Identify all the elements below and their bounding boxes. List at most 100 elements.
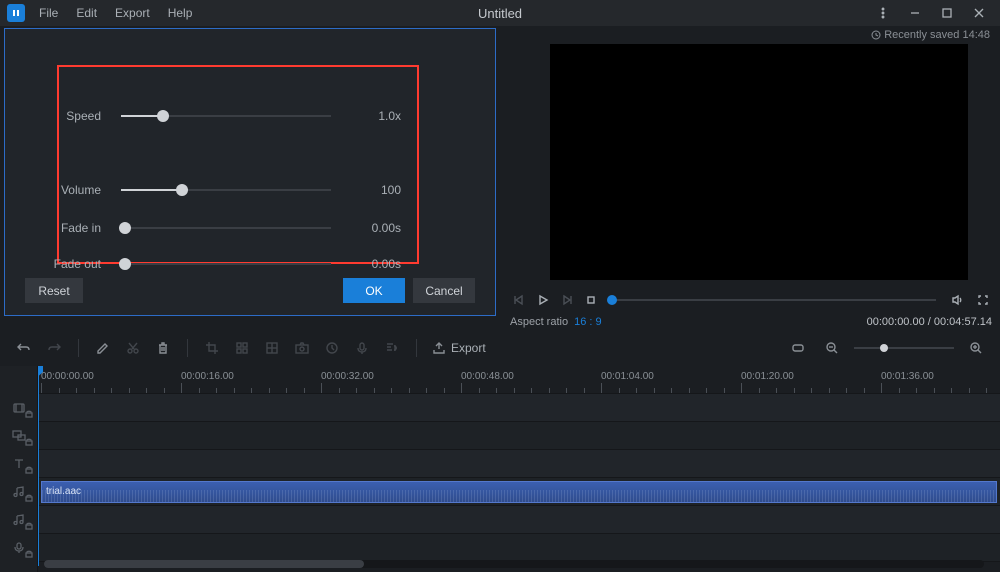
playback-scrubber[interactable] [612,299,936,301]
stop-icon[interactable] [582,291,600,309]
video-track-head[interactable] [0,394,37,422]
dialog-content: Speed 1.0x Volume 100 Fade [5,29,495,315]
zoom-out-icon[interactable] [820,336,844,360]
fade-in-slider[interactable] [121,227,331,229]
volume-icon[interactable] [948,291,966,309]
freeze-icon[interactable] [260,336,284,360]
fade-out-row: Fade out 0.00s [31,250,469,278]
track-lane-voiceover[interactable] [38,534,1000,562]
snapshot-icon[interactable] [290,336,314,360]
ruler-label: 00:01:20.00 [741,371,794,382]
play-icon[interactable] [534,291,552,309]
fade-out-slider[interactable] [121,263,331,265]
timeline: 00:00:00.0000:00:16.0000:00:32.0000:00:4… [0,366,1000,572]
minimize-icon[interactable] [904,2,926,24]
dialog-buttons: Reset OK Cancel [25,278,475,303]
speed-slider[interactable] [121,115,331,117]
menu-file[interactable]: File [31,3,66,23]
cancel-button[interactable]: Cancel [413,278,475,303]
left-pane: Speed 1.0x Volume 100 Fade [0,26,502,330]
more-icon[interactable] [872,2,894,24]
track-lane-pip[interactable] [38,422,1000,450]
edit-icon[interactable] [91,336,115,360]
prev-frame-icon[interactable] [510,291,528,309]
zoom-in-icon[interactable] [964,336,988,360]
volume-row: Volume 100 [31,176,469,204]
fade-out-value: 0.00s [351,257,401,271]
main-area: Speed 1.0x Volume 100 Fade [0,26,1000,330]
volume-slider-thumb[interactable] [176,184,188,196]
speed-label: Speed [31,109,121,123]
fullscreen-icon[interactable] [974,291,992,309]
fade-in-slider-thumb[interactable] [119,222,131,234]
app-icon [7,4,25,22]
audio2-track-head[interactable] [0,506,37,534]
redo-icon[interactable] [42,336,66,360]
track-lane-audio[interactable]: trial.aac [38,478,1000,506]
recent-save-status: Recently saved 14:48 [871,29,990,41]
next-frame-icon[interactable] [558,291,576,309]
main-menu: File Edit Export Help [31,3,200,23]
menu-export[interactable]: Export [107,3,158,23]
audio-clip[interactable]: trial.aac [41,481,997,503]
delete-icon[interactable] [151,336,175,360]
fade-in-label: Fade in [31,221,121,235]
duration-icon[interactable] [320,336,344,360]
reset-button[interactable]: Reset [25,278,83,303]
export-button[interactable]: Export [431,340,486,356]
text-track-head[interactable] [0,450,37,478]
volume-value: 100 [351,183,401,197]
close-icon[interactable] [968,2,990,24]
window-title: Untitled [478,6,522,21]
fade-out-label: Fade out [31,257,121,271]
playback-controls [510,288,992,312]
track-lane-text[interactable] [38,450,1000,478]
zoom-slider-thumb[interactable] [880,344,888,352]
ruler-label: 00:01:36.00 [881,371,934,382]
track-lane-video[interactable] [38,394,1000,422]
playback-scrubber-thumb[interactable] [607,295,617,305]
audio-settings-dialog: Speed 1.0x Volume 100 Fade [4,28,496,316]
undo-icon[interactable] [12,336,36,360]
cut-icon[interactable] [121,336,145,360]
time-ruler[interactable]: 00:00:00.0000:00:16.0000:00:32.0000:00:4… [38,366,1000,394]
tracks-area[interactable]: 00:00:00.0000:00:16.0000:00:32.0000:00:4… [38,366,1000,572]
timeline-scrollbar[interactable] [44,560,984,568]
menu-help[interactable]: Help [160,3,201,23]
audio-track-head[interactable] [0,478,37,506]
mosaic-icon[interactable] [230,336,254,360]
aspect-ratio-value[interactable]: 16 : 9 [574,316,602,328]
ok-button[interactable]: OK [343,278,405,303]
timeline-scrollbar-thumb[interactable] [44,560,364,568]
preview-info-row: Aspect ratio 16 : 9 00:00:00.00 / 00:04:… [510,316,992,328]
maximize-icon[interactable] [936,2,958,24]
time-display: 00:00:00.00 / 00:04:57.14 [867,316,992,328]
pip-track-head[interactable] [0,422,37,450]
voiceover-track-head[interactable] [0,534,37,562]
preview-pane: Recently saved 14:48 Aspect ratio 16 : 9… [502,26,1000,330]
voiceover-icon[interactable] [350,336,374,360]
fade-in-value: 0.00s [351,221,401,235]
speed-slider-thumb[interactable] [157,110,169,122]
aspect-ratio-label: Aspect ratio [510,316,568,328]
timeline-toolbar: Export [0,330,1000,366]
fade-in-row: Fade in 0.00s [31,214,469,242]
menu-edit[interactable]: Edit [68,3,105,23]
playhead[interactable] [38,366,39,566]
fit-icon[interactable] [786,336,810,360]
ruler-label: 00:01:04.00 [601,371,654,382]
titlebar: File Edit Export Help Untitled [0,0,1000,26]
ruler-label: 00:00:16.00 [181,371,234,382]
volume-label: Volume [31,183,121,197]
text-to-speech-icon[interactable] [380,336,404,360]
preview-window[interactable] [550,44,968,280]
zoom-slider[interactable] [854,347,954,349]
window-controls [872,2,996,24]
volume-slider[interactable] [121,189,331,191]
ruler-label: 00:00:32.00 [321,371,374,382]
fade-out-slider-thumb[interactable] [119,258,131,270]
crop-icon[interactable] [200,336,224,360]
ruler-label: 00:00:00.00 [41,371,94,382]
track-lane-audio2[interactable] [38,506,1000,534]
speed-value: 1.0x [351,109,401,123]
